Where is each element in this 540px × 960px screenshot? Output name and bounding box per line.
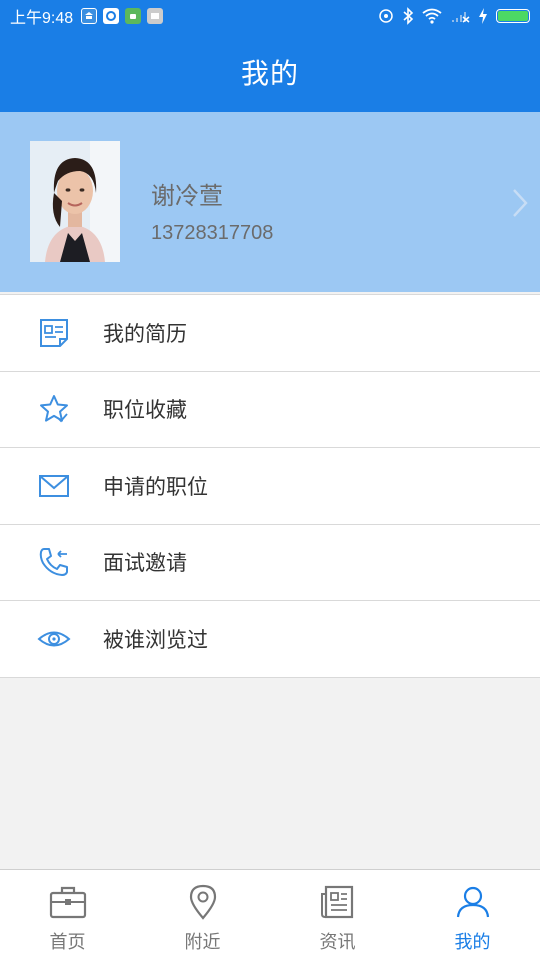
page-title: 我的 — [240, 57, 299, 90]
tab-news[interactable]: 资讯 — [270, 870, 405, 960]
user-icon — [453, 884, 493, 924]
tab-label: 附近 — [184, 932, 221, 953]
battery-icon — [496, 9, 530, 23]
profile-card[interactable]: 谢冷萱 13728317708 — [0, 112, 540, 292]
menu-list: 我的简历 职位收藏 申请的职位 面试邀请 被谁浏览过 — [0, 294, 540, 678]
charging-icon — [479, 8, 487, 24]
menu-item-label: 我的简历 — [103, 321, 187, 346]
app-bar: 我的 — [0, 32, 540, 112]
profile-phone: 13728317708 — [151, 222, 274, 244]
menu-item-label: 面试邀请 — [103, 551, 187, 576]
menu-item-resume[interactable]: 我的简历 — [0, 295, 540, 372]
tab-label: 我的 — [454, 932, 491, 953]
menu-item-applied-jobs[interactable]: 申请的职位 — [0, 448, 540, 525]
android-notification-icon — [125, 8, 142, 24]
bluetooth-icon — [403, 7, 414, 25]
envelope-icon — [37, 469, 71, 503]
tab-label: 首页 — [49, 932, 86, 953]
alarm-icon — [379, 9, 393, 23]
briefcase-icon — [48, 884, 88, 924]
wifi-icon — [422, 8, 442, 24]
app-notification-icon — [103, 8, 120, 24]
menu-item-label: 被谁浏览过 — [103, 627, 208, 652]
menu-item-viewed-by[interactable]: 被谁浏览过 — [0, 601, 540, 678]
phone-call-icon — [37, 545, 71, 579]
chevron-right-icon[interactable] — [512, 188, 528, 222]
menu-item-label: 职位收藏 — [103, 398, 187, 423]
location-pin-icon — [183, 884, 223, 924]
message-notification-icon — [147, 8, 164, 24]
battery-fill — [498, 11, 528, 21]
signal-icon — [452, 12, 470, 23]
tab-home[interactable]: 首页 — [0, 870, 135, 960]
menu-item-interview-invites[interactable]: 面试邀请 — [0, 525, 540, 601]
menu-item-favorites[interactable]: 职位收藏 — [0, 372, 540, 448]
avatar[interactable] — [30, 141, 120, 262]
tab-nearby[interactable]: 附近 — [135, 870, 270, 960]
bank-notification-icon — [81, 8, 98, 24]
news-icon — [318, 884, 358, 924]
eye-icon — [37, 622, 71, 656]
status-bar: 上午9:48 — [0, 0, 540, 32]
tab-mine[interactable]: 我的 — [405, 870, 540, 960]
tab-label: 资讯 — [319, 932, 356, 953]
menu-item-label: 申请的职位 — [103, 474, 208, 499]
resume-icon — [37, 316, 71, 350]
profile-name: 谢冷萱 — [151, 182, 223, 210]
star-icon — [37, 392, 71, 426]
bottom-tab-bar: 首页 附近 资讯 我的 — [0, 869, 540, 960]
status-time: 上午9:48 — [10, 10, 74, 27]
